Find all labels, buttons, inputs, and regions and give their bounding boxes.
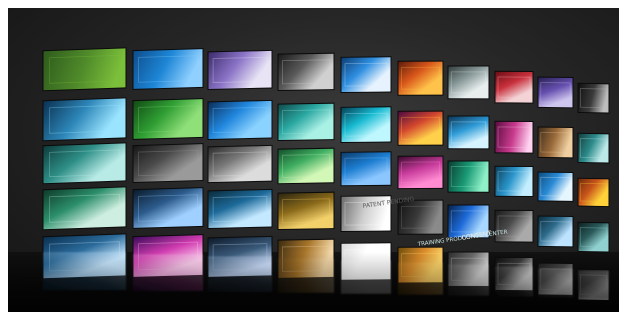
tile-surface-r1-c5 [340,56,392,94]
tile-surface-r2-c10 [577,132,610,164]
tile-surface-r4-c10 [577,221,610,253]
tile-surface-r4-c2 [132,187,204,229]
tile-surface-r3-c8 [494,165,534,198]
tile-r4-c3 [207,188,273,229]
tile-surface-r1-c3 [207,49,273,90]
tile-r3-c8 [494,165,534,198]
tile-surface-r2-c2 [132,98,204,140]
tile-r2-c10 [577,132,610,164]
tile-r4-c1 [42,186,127,231]
tile-reflection-surface-c7 [448,264,489,296]
tile-surface-r2-c6 [397,110,444,146]
tile-r1-c7 [447,65,490,100]
tile-surface-r4-c3 [207,188,273,229]
tile-r3-c10 [577,177,610,208]
tile-reflection-surface-c8 [495,266,533,297]
tile-surface-r3-c9 [537,171,574,202]
tile-r1-c3 [207,49,273,90]
tile-reflection-c8 [495,266,533,297]
tile-surface-r3-c4 [277,147,335,185]
tile-reflection-surface-c5 [341,260,391,294]
tile-r4-c8 [494,209,534,243]
tile-surface-r4-c9 [537,215,574,248]
tile-surface-r4-c4 [277,191,335,231]
tile-r3-c3 [207,144,273,184]
tile-surface-r2-c8 [494,120,534,154]
tile-surface-r3-c1 [42,142,127,185]
tile-r1-c6 [397,60,444,96]
tile-surface-r1-c6 [397,60,444,96]
tile-reflection-surface-c10 [578,270,609,299]
tile-surface-r4-c6 [397,199,444,235]
tile-surface-r3-c6 [397,155,444,190]
tile-r1-c4 [277,52,335,92]
tile-r2-c8 [494,120,534,154]
tile-r3-c6 [397,155,444,190]
video-wall-photo: PATENT PENDING TRAINING PRODUCTION CENTE… [8,8,619,312]
tile-r2-c4 [277,102,335,142]
tile-r1-c2 [132,48,204,90]
tile-reflection-c5 [341,260,391,294]
tile-surface-r1-c9 [537,76,574,109]
tile-r1-c8 [494,70,534,104]
tile-surface-r3-c2 [132,143,204,183]
tile-surface-r4-c8 [494,209,534,243]
tile-surface-r4-c1 [42,186,127,231]
tile-reflection-surface-c1 [43,252,126,290]
tile-r1-c1 [42,47,127,92]
tile-surface-r2-c3 [207,99,273,140]
tile-surface-r2-c9 [537,126,574,159]
tile-reflection-surface-c6 [398,262,443,295]
tile-surface-r1-c10 [577,82,610,114]
tile-r1-c10 [577,82,610,114]
tile-r4-c10 [577,221,610,253]
tile-reflection-c7 [448,264,489,296]
tile-surface-r3-c7 [447,160,490,193]
tile-r3-c7 [447,160,490,193]
tile-surface-r3-c5 [340,151,392,187]
tile-surface-r2-c1 [42,97,127,142]
tile-r2-c1 [42,97,127,142]
video-wall: PATENT PENDING TRAINING PRODUCTION CENTE… [8,47,619,312]
tile-r3-c2 [132,143,204,183]
tile-reflection-surface-c2 [133,254,203,291]
tile-r1-c9 [537,76,574,109]
tile-reflection-c10 [578,270,609,299]
tile-r4-c4 [277,191,335,231]
tile-reflection-c2 [133,254,203,291]
tile-r2-c3 [207,99,273,140]
tile-r2-c9 [537,126,574,159]
tile-r2-c6 [397,110,444,146]
tile-reflection-c3 [208,256,272,292]
tile-surface-r3-c3 [207,144,273,184]
tile-surface-r1-c1 [42,47,127,92]
tile-reflection-c9 [538,268,573,298]
tile-r2-c7 [447,115,490,150]
tile-r3-c5 [340,151,392,187]
tile-r3-c9 [537,171,574,202]
tile-surface-r1-c8 [494,70,534,104]
tile-surface-r2-c7 [447,115,490,150]
tile-r1-c5 [340,56,392,94]
tile-reflection-c4 [278,258,334,293]
tile-r3-c1 [42,142,127,185]
tile-reflection-surface-c4 [278,258,334,293]
tile-r3-c4 [277,147,335,185]
tile-r4-c9 [537,215,574,248]
tile-reflection-surface-c9 [538,268,573,298]
tile-surface-r2-c4 [277,102,335,142]
tile-r4-c6 [397,199,444,235]
tile-r2-c5 [340,106,392,144]
tile-surface-r1-c2 [132,48,204,90]
tile-surface-r2-c5 [340,106,392,144]
tile-r2-c2 [132,98,204,140]
tile-surface-r1-c7 [447,65,490,100]
tile-reflection-c1 [43,252,126,290]
tile-surface-r1-c4 [277,52,335,92]
tile-reflection-surface-c3 [208,256,272,292]
tile-r4-c2 [132,187,204,229]
tile-reflection-c6 [398,262,443,295]
tile-surface-r3-c10 [577,177,610,208]
